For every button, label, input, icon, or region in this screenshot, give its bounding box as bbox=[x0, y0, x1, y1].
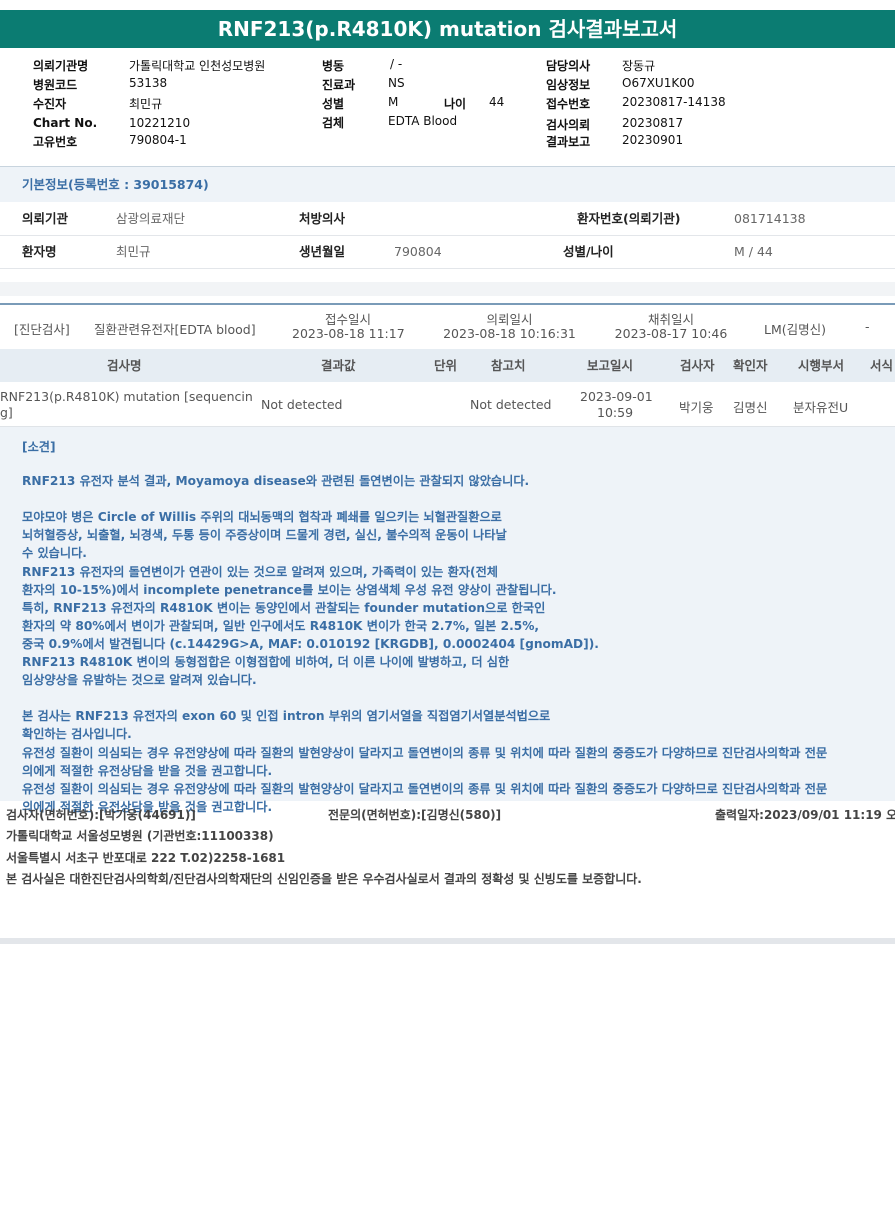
cell-test-name-line2: g] bbox=[0, 405, 13, 420]
column-header-tester: 검사자 bbox=[680, 358, 715, 373]
header-label-clinical-info: 임상정보 bbox=[546, 78, 591, 92]
footer-tester: 검사자(면허번호):[박기웅(44691)] bbox=[6, 808, 196, 822]
footer-address: 서울특별시 서초구 반포대로 222 T.02)2258-1681 bbox=[6, 851, 286, 865]
header-label-test-request: 검사의뢰 bbox=[546, 118, 591, 132]
report-title: RNF213(p.R4810K) mutation 검사결과보고서 bbox=[0, 10, 895, 48]
cell-result: Not detected bbox=[261, 397, 343, 412]
header-value-clinical-info: O67XU1K00 bbox=[622, 76, 695, 90]
column-header-unit: 단위 bbox=[434, 358, 458, 373]
cell-reference: Not detected bbox=[470, 397, 552, 412]
order-doctor: LM(김명신) bbox=[764, 322, 827, 337]
opinion-line: 본 검사는 RNF213 유전자의 exon 60 및 인접 intron 부위… bbox=[22, 709, 551, 724]
basic-value-patient-number: 081714138 bbox=[734, 211, 806, 226]
header-label-result-report: 결과보고 bbox=[546, 135, 591, 149]
header-label-ward: 병동 bbox=[322, 59, 345, 73]
header-value-department: NS bbox=[388, 76, 405, 90]
header-value-result-report: 20230901 bbox=[622, 133, 684, 147]
order-requested: 2023-08-18 10:16:31 bbox=[443, 326, 576, 341]
basic-label-prescriber: 처방의사 bbox=[299, 211, 346, 226]
basic-label-sex-age: 성별/나이 bbox=[563, 244, 614, 259]
table-row: RNF213(p.R4810K) mutation [sequencin g] … bbox=[0, 382, 895, 427]
basic-info-title: 기본정보(등록번호 : 39015874) bbox=[0, 166, 895, 202]
header-value-age: 44 bbox=[489, 95, 505, 109]
header-value-receipt-no: 20230817-14138 bbox=[622, 95, 726, 109]
footer-certification: 본 검사실은 대한진단검사의학회/진단검사의학재단의 신임인증을 받은 우수검사… bbox=[6, 872, 642, 886]
header-label-sex: 성별 bbox=[322, 97, 345, 111]
order-collected: 2023-08-17 10:46 bbox=[614, 326, 728, 341]
header-label-receipt-no: 접수번호 bbox=[546, 97, 591, 111]
column-header-form: 서식 bbox=[870, 358, 894, 373]
basic-label-patient-number: 환자번호(의뢰기관) bbox=[577, 211, 681, 226]
opinion-line: 특히, RNF213 유전자의 R4810K 변이는 동양인에서 관찰되는 fo… bbox=[22, 600, 546, 615]
opinion-line: 유전성 질환이 의심되는 경우 유전양상에 따라 질환의 발현양상이 달라지고 … bbox=[22, 745, 828, 760]
column-header-test-name: 검사명 bbox=[107, 358, 142, 373]
header-value-hospital-code: 53138 bbox=[129, 76, 168, 90]
opinion-line: 뇌허혈증상, 뇌출혈, 뇌경색, 두통 등이 주증상이며 드물게 경련, 실신,… bbox=[22, 528, 507, 543]
cell-tester: 박기웅 bbox=[679, 400, 714, 415]
column-header-reference: 참고치 bbox=[491, 358, 526, 373]
opinion-line: 환자의 약 80%에서 변이가 관찰되며, 일반 인구에서도 R4810K 변이… bbox=[22, 618, 540, 633]
basic-value-institution: 삼광의료재단 bbox=[116, 211, 186, 226]
bottom-divider bbox=[0, 938, 895, 944]
results-table-header: 검사명 결과값 단위 참고치 보고일시 검사자 확인자 시행부서 서식 bbox=[0, 349, 895, 382]
basic-value-patient-name: 최민규 bbox=[116, 244, 151, 259]
header-label-department: 진료과 bbox=[322, 78, 356, 92]
basic-info-row: 의뢰기관 삼광의료재단 처방의사 환자번호(의뢰기관) 081714138 bbox=[0, 202, 895, 236]
basic-label-institution: 의뢰기관 bbox=[22, 211, 69, 226]
opinion-line: 환자의 10-15%)에서 incomplete penetrance를 보이는… bbox=[22, 582, 557, 597]
opinion-line: 유전성 질환이 의심되는 경우 유전양상에 따라 질환의 발현양상이 달라지고 … bbox=[22, 781, 828, 796]
footer-specialist: 전문의(면허번호):[김명신(580)] bbox=[328, 808, 502, 822]
column-header-department: 시행부서 bbox=[798, 358, 845, 373]
order-received: 2023-08-18 11:17 bbox=[292, 326, 405, 341]
header-label-requesting-institution: 의뢰기관명 bbox=[33, 59, 89, 73]
header-label-specimen: 검체 bbox=[322, 116, 345, 130]
order-specimen: 질환관련유전자[EDTA blood] bbox=[94, 322, 256, 337]
header-label-unique-no: 고유번호 bbox=[33, 135, 78, 149]
opinion-line: 중국 0.9%에서 발견됩니다 (c.14429G>A, MAF: 0.0101… bbox=[22, 636, 599, 651]
basic-label-patient-name: 환자명 bbox=[22, 244, 57, 259]
opinion-line: 확인하는 검사입니다. bbox=[22, 727, 132, 742]
basic-label-birthdate: 생년월일 bbox=[299, 244, 346, 259]
order-category: [진단검사] bbox=[14, 322, 70, 337]
cell-report-time: 10:59 bbox=[597, 405, 634, 420]
header-label-patient: 수진자 bbox=[33, 97, 67, 111]
header-label-chart-no: Chart No. bbox=[33, 116, 98, 130]
header-value-unique-no: 790804-1 bbox=[129, 133, 187, 147]
opinion-line: 임상양상을 유발하는 것으로 알려져 있습니다. bbox=[22, 673, 257, 688]
header-value-patient: 최민규 bbox=[129, 97, 163, 111]
footer-hospital: 가톨릭대학교 서울성모병원 (기관번호:11100338) bbox=[6, 829, 274, 843]
opinion-line: 수 있습니다. bbox=[22, 546, 87, 561]
basic-info-row: 환자명 최민규 생년월일 790804 성별/나이 M / 44 bbox=[0, 235, 895, 269]
order-extra: - bbox=[865, 319, 870, 334]
basic-value-sex-age: M / 44 bbox=[734, 244, 773, 259]
opinion-line: RNF213 R4810K 변이의 동형접합은 이형접합에 비하여, 더 이른 … bbox=[22, 655, 510, 669]
column-header-result: 결과값 bbox=[321, 358, 356, 373]
header-label-hospital-code: 병원코드 bbox=[33, 78, 78, 92]
header-label-attending-doctor: 담당의사 bbox=[546, 59, 591, 73]
header-value-test-request: 20230817 bbox=[622, 116, 684, 130]
header-value-attending-doctor: 장동규 bbox=[622, 59, 656, 73]
opinion-line: 모야모야 병은 Circle of Willis 주위의 대뇌동맥의 협착과 폐… bbox=[22, 510, 502, 525]
section-divider bbox=[0, 282, 895, 296]
opinion-line: 의에게 적절한 유전상담을 받을 것을 권고합니다. bbox=[22, 763, 273, 778]
basic-value-birthdate: 790804 bbox=[394, 244, 442, 259]
header-label-age: 나이 bbox=[444, 97, 467, 111]
cell-confirmer: 김명신 bbox=[733, 400, 768, 415]
cell-report-date: 2023-09-01 bbox=[580, 389, 653, 404]
opinion-section: [소견] RNF213 유전자 분석 결과, Moyamoya disease와… bbox=[0, 427, 895, 814]
column-header-confirmer: 확인자 bbox=[733, 358, 768, 373]
header-value-sex: M bbox=[388, 95, 399, 109]
header-value-chart-no: 10221210 bbox=[129, 116, 191, 130]
cell-test-name-line1: RNF213(p.R4810K) mutation [sequencin bbox=[0, 389, 253, 404]
header-value-ward: / - bbox=[390, 57, 403, 71]
header-value-specimen: EDTA Blood bbox=[388, 114, 458, 128]
column-header-report-time: 보고일시 bbox=[587, 358, 634, 373]
cell-department: 분자유전U bbox=[793, 400, 849, 415]
opinion-line: RNF213 유전자의 돌연변이가 연관이 있는 것으로 알려져 있으며, 가족… bbox=[22, 564, 498, 579]
header-value-requesting-institution: 가톨릭대학교 인천성모병원 bbox=[129, 59, 266, 73]
order-info-row: [진단검사] 질환관련유전자[EDTA blood] 접수일시 2023-08-… bbox=[0, 303, 895, 351]
opinion-line: RNF213 유전자 분석 결과, Moyamoya disease와 관련된 … bbox=[22, 474, 530, 488]
opinion-heading: [소견] bbox=[22, 440, 56, 454]
footer-print-date: 출력일자:2023/09/01 11:19 오전 bbox=[715, 808, 895, 822]
